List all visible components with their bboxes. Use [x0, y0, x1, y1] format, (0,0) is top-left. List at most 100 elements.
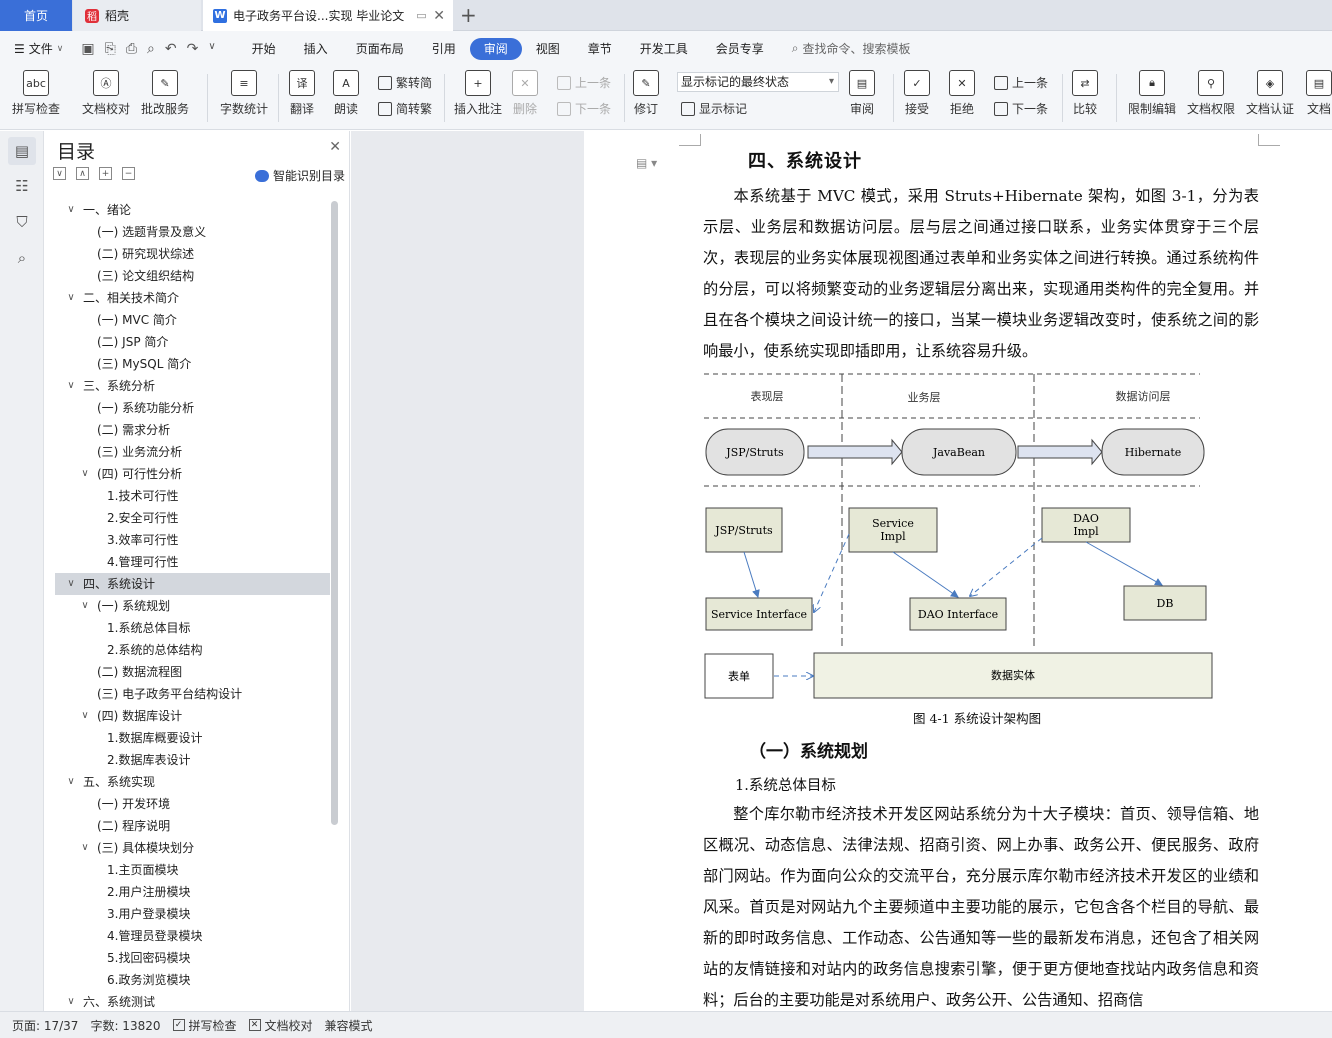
export-icon[interactable]: ⎘ — [105, 41, 116, 57]
doc-more-button[interactable]: ▤ 文档 — [1306, 70, 1332, 117]
toc-item[interactable]: 1.主页面模块 — [55, 859, 330, 881]
review-pane-button[interactable]: ▤ 审阅 — [849, 70, 875, 117]
chevron-down-icon[interactable]: ∨ — [65, 375, 77, 397]
menu-member[interactable]: 会员专享 — [702, 38, 778, 60]
toc-item[interactable]: (三) MySQL 简介 — [55, 353, 330, 375]
toc-item[interactable]: (二) 数据流程图 — [55, 661, 330, 683]
prev-change-button[interactable]: 上一条 — [994, 74, 1048, 91]
redo-icon[interactable]: ↷ — [187, 41, 199, 57]
insert-comment-button[interactable]: + 插入批注 — [454, 70, 502, 117]
file-menu[interactable]: ☰ 文件 ∨ — [14, 40, 63, 57]
add-level-icon[interactable]: + — [99, 167, 112, 180]
toc-item[interactable]: 1.系统总体目标 — [55, 617, 330, 639]
proof-status[interactable]: ✕ 文档校对 — [248, 1017, 313, 1034]
toc-item[interactable]: ∨ (三) 具体模块划分 — [55, 837, 330, 859]
toc-item[interactable]: (一) MVC 简介 — [55, 309, 330, 331]
read-aloud-button[interactable]: A 朗读 — [333, 70, 359, 117]
toc-item[interactable]: (二) JSP 简介 — [55, 331, 330, 353]
toc-item[interactable]: (二) 程序说明 — [55, 815, 330, 837]
search-icon[interactable]: ⌕ — [11, 247, 33, 269]
toc-item[interactable]: ∨ (一) 系统规划 — [55, 595, 330, 617]
trad-to-simp-button[interactable]: 繁转简 — [378, 74, 432, 91]
toc-item[interactable]: 4.管理员登录模块 — [55, 925, 330, 947]
menu-view[interactable]: 视图 — [522, 38, 574, 60]
chevron-down-icon[interactable]: ∨ — [79, 837, 91, 859]
chevron-down-icon[interactable]: ∨ — [79, 705, 91, 727]
print-icon[interactable]: ⎙ — [126, 41, 137, 57]
reject-button[interactable]: ✕ 拒绝 — [949, 70, 975, 117]
compat-mode[interactable]: 兼容模式 — [325, 1017, 373, 1034]
toc-item[interactable]: 5.找回密码模块 — [55, 947, 330, 969]
toc-item[interactable]: (三) 论文组织结构 — [55, 265, 330, 287]
menu-devtools[interactable]: 开发工具 — [626, 38, 702, 60]
doc-permission-button[interactable]: ⚲ 文档权限 — [1187, 70, 1235, 117]
spellcheck-button[interactable]: abc 拼写检查 — [12, 70, 60, 117]
toc-item[interactable]: (一) 开发环境 — [55, 793, 330, 815]
toc-item[interactable]: 2.系统的总体结构 — [55, 639, 330, 661]
toc-item[interactable]: (三) 电子政务平台结构设计 — [55, 683, 330, 705]
expand-all-icon[interactable]: ∨ — [53, 167, 66, 180]
page-indicator[interactable]: 页面: 17/37 — [12, 1017, 78, 1034]
toc-item[interactable]: ∨ 四、系统设计 — [55, 573, 330, 595]
revise-button[interactable]: ✎ 修订 — [633, 70, 659, 117]
toc-item[interactable]: 2.安全可行性 — [55, 507, 330, 529]
prev-comment-button[interactable]: 上一条 — [557, 74, 611, 91]
word-count[interactable]: 字数: 13820 — [90, 1017, 160, 1034]
next-comment-button[interactable]: 下一条 — [557, 100, 611, 117]
toc-item[interactable]: ∨ 二、相关技术简介 — [55, 287, 330, 309]
menu-insert[interactable]: 插入 — [290, 38, 342, 60]
annotate-service-button[interactable]: ✎ 批改服务 — [141, 70, 189, 117]
tab-daoke[interactable]: 稻 稻壳 — [73, 0, 201, 31]
tab-document[interactable]: W 电子政务平台设...实现 毕业论文 ▭ ✕ — [203, 0, 453, 31]
toc-item[interactable]: ∨ 六、系统测试 — [55, 991, 330, 1013]
toc-item[interactable]: 2.用户注册模块 — [55, 881, 330, 903]
chevron-down-icon[interactable]: ∨ — [65, 991, 77, 1013]
doccheck-button[interactable]: Ⓐ 文档校对 — [82, 70, 130, 117]
toc-item[interactable]: ∨ 一、绪论 — [55, 199, 330, 221]
remove-level-icon[interactable]: − — [122, 167, 135, 180]
outline-icon[interactable]: ☷ — [11, 175, 33, 197]
toc-item[interactable]: 6.政务浏览模块 — [55, 969, 330, 991]
toc-item[interactable]: ∨ 三、系统分析 — [55, 375, 330, 397]
toc-item[interactable]: 1.技术可行性 — [55, 485, 330, 507]
more-icon[interactable]: ∨ — [208, 41, 215, 57]
toc-panel-icon[interactable]: ▤ — [8, 137, 36, 165]
show-markup-button[interactable]: 显示标记 — [681, 100, 747, 117]
toc-item[interactable]: ∨ (四) 数据库设计 — [55, 705, 330, 727]
next-change-button[interactable]: 下一条 — [994, 100, 1048, 117]
preview-icon[interactable]: ⌕ — [147, 41, 155, 57]
wordcount-button[interactable]: ≡ 字数统计 — [220, 70, 268, 117]
toc-item[interactable]: (二) 研究现状综述 — [55, 243, 330, 265]
chevron-down-icon[interactable]: ∨ — [79, 463, 91, 485]
tab-home[interactable]: 首页 — [0, 0, 72, 31]
menu-section[interactable]: 章节 — [574, 38, 626, 60]
toc-item[interactable]: 3.用户登录模块 — [55, 903, 330, 925]
toc-item[interactable]: 2.数据库表设计 — [55, 749, 330, 771]
bookmark-icon[interactable]: ⛉ — [11, 211, 33, 233]
menu-start[interactable]: 开始 — [238, 38, 290, 60]
toc-scrollbar[interactable] — [331, 201, 338, 825]
menu-references[interactable]: 引用 — [418, 38, 470, 60]
doc-cert-button[interactable]: ◈ 文档认证 — [1246, 70, 1294, 117]
markup-state-select[interactable]: 显示标记的最终状态 — [677, 72, 839, 92]
undo-icon[interactable]: ↶ — [165, 41, 177, 57]
toc-item[interactable]: (一) 选题背景及意义 — [55, 221, 330, 243]
command-search[interactable]: ⌕ 查找命令、搜索模板 — [792, 40, 911, 57]
close-icon[interactable]: ✕ — [329, 139, 341, 155]
save-icon[interactable]: ▣ — [81, 41, 94, 57]
chevron-down-icon[interactable]: ∨ — [65, 199, 77, 221]
toc-item[interactable]: (一) 系统功能分析 — [55, 397, 330, 419]
accept-button[interactable]: ✓ 接受 — [904, 70, 930, 117]
chevron-down-icon[interactable]: ∨ — [65, 771, 77, 793]
toc-item[interactable]: ∨ (四) 可行性分析 — [55, 463, 330, 485]
chevron-down-icon[interactable]: ∨ — [65, 287, 77, 309]
chevron-down-icon[interactable]: ∨ — [79, 595, 91, 617]
chevron-down-icon[interactable]: ∨ — [65, 573, 77, 595]
toc-item[interactable]: (二) 需求分析 — [55, 419, 330, 441]
toc-item[interactable]: 1.数据库概要设计 — [55, 727, 330, 749]
toc-item[interactable]: ∨ 五、系统实现 — [55, 771, 330, 793]
toc-item[interactable]: 3.效率可行性 — [55, 529, 330, 551]
translate-button[interactable]: 译翻译 — [289, 70, 315, 117]
close-tab-icon[interactable]: ✕ — [433, 8, 445, 24]
menu-review[interactable]: 审阅 — [469, 37, 522, 60]
